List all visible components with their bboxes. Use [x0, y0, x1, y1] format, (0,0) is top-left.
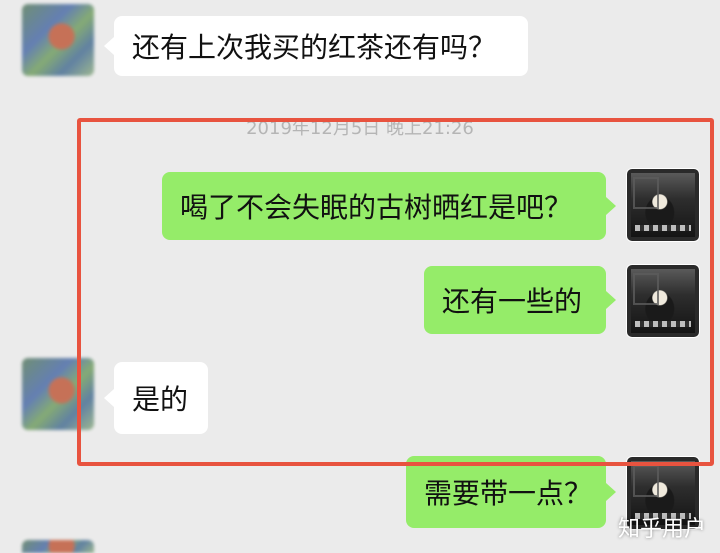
chat-screen: 还有上次我买的红茶还有吗？ 2019年12月5日 晚上21:26 喝了不会失眠的…	[0, 0, 720, 553]
watermark: 知乎用户	[617, 517, 706, 542]
message-text: 是的	[132, 383, 189, 416]
contact-avatar[interactable]	[22, 4, 94, 76]
outgoing-message-bubble[interactable]: 喝了不会失眠的古树晒红是吧？	[162, 172, 616, 240]
incoming-message-bubble[interactable]: 是的	[104, 362, 208, 434]
contact-avatar[interactable]	[22, 358, 94, 430]
avatar-photo	[631, 173, 695, 237]
contact-avatar[interactable]	[22, 540, 94, 553]
message-text: 喝了不会失眠的古树晒红是吧？	[180, 191, 573, 224]
message-timestamp: 2019年12月5日 晚上21:26	[246, 118, 474, 139]
outgoing-message-bubble[interactable]: 需要带一点？	[406, 456, 616, 528]
outgoing-message-bubble[interactable]: 还有一些的	[424, 266, 616, 334]
incoming-message-bubble[interactable]: 还有上次我买的红茶还有吗？	[104, 16, 528, 76]
message-text: 还有上次我买的红茶还有吗？	[132, 31, 497, 64]
message-text: 需要带一点？	[424, 477, 593, 510]
avatar-photo	[631, 269, 695, 333]
user-avatar[interactable]	[626, 168, 700, 242]
message-text: 还有一些的	[442, 285, 583, 318]
user-avatar[interactable]	[626, 264, 700, 338]
